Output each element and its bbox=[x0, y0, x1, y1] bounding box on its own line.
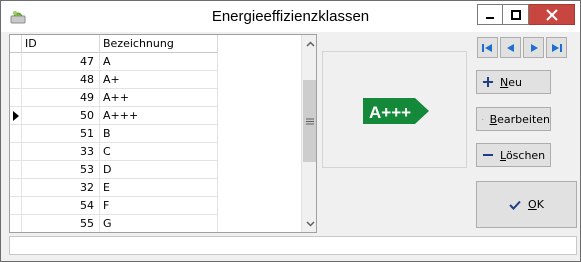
chevron-down-icon bbox=[305, 220, 315, 227]
table-row[interactable]: 55 G bbox=[10, 215, 301, 232]
table-row[interactable]: 33 C bbox=[10, 143, 301, 161]
cell-bezeichnung[interactable]: G bbox=[100, 215, 218, 232]
delete-button-label: Löschen bbox=[500, 148, 546, 162]
grip-icon bbox=[306, 118, 314, 124]
chevron-up-icon bbox=[305, 40, 315, 47]
cell-id[interactable]: 32 bbox=[22, 179, 100, 197]
next-record-button[interactable] bbox=[523, 37, 544, 58]
cell-bezeichnung[interactable]: A+ bbox=[100, 71, 218, 89]
title-bar: Energieeffizienzklassen bbox=[1, 1, 580, 32]
minus-icon bbox=[483, 154, 493, 156]
record-navigator bbox=[475, 37, 572, 59]
table-row[interactable]: 47 A bbox=[10, 53, 301, 71]
cell-bezeichnung[interactable]: D bbox=[100, 161, 218, 179]
new-button-label: Neu bbox=[500, 75, 522, 89]
table-row[interactable]: 32 E bbox=[10, 179, 301, 197]
delete-button[interactable]: Löschen bbox=[476, 143, 551, 167]
cell-id[interactable]: 51 bbox=[22, 125, 100, 143]
last-record-button[interactable] bbox=[546, 37, 567, 58]
table-row[interactable]: 49 A++ bbox=[10, 89, 301, 107]
table-row[interactable]: 50 A+++ bbox=[10, 107, 301, 125]
table-row[interactable]: 48 A+ bbox=[10, 71, 301, 89]
cell-bezeichnung[interactable]: C bbox=[100, 143, 218, 161]
dialog-window: Energieeffizienzklassen ID Bezeichnung 4… bbox=[0, 0, 581, 262]
row-indicator bbox=[10, 215, 22, 232]
cell-bezeichnung[interactable]: A+++ bbox=[100, 107, 218, 125]
maximize-button[interactable] bbox=[503, 4, 529, 25]
cell-id[interactable]: 47 bbox=[22, 53, 100, 71]
row-indicator bbox=[10, 53, 22, 71]
row-indicator bbox=[10, 179, 22, 197]
records-grid[interactable]: ID Bezeichnung 47 A 48 A+ 49 A++ 50 A+++ 51 B 33 C 5… bbox=[9, 34, 317, 233]
cell-id[interactable]: 55 bbox=[22, 215, 100, 232]
cell-id[interactable]: 48 bbox=[22, 71, 100, 89]
grid-header: ID Bezeichnung bbox=[10, 35, 301, 53]
last-record-icon bbox=[552, 43, 562, 52]
minimize-button[interactable] bbox=[477, 4, 503, 25]
new-button[interactable]: Neu bbox=[476, 70, 551, 94]
ok-button[interactable]: OK bbox=[476, 181, 577, 228]
grid-rows: 47 A 48 A+ 49 A++ 50 A+++ 51 B 33 C 53 D 32 E 54 F 55 G bbox=[10, 53, 301, 232]
close-button[interactable] bbox=[529, 4, 575, 25]
first-record-button[interactable] bbox=[477, 37, 498, 58]
table-row[interactable]: 53 D bbox=[10, 161, 301, 179]
maximize-icon bbox=[510, 9, 521, 20]
cell-bezeichnung[interactable]: B bbox=[100, 125, 218, 143]
previous-record-button[interactable] bbox=[500, 37, 521, 58]
cell-bezeichnung[interactable]: F bbox=[100, 197, 218, 215]
row-indicator bbox=[10, 161, 22, 179]
image-preview-panel: A+++ bbox=[322, 51, 467, 168]
row-indicator bbox=[10, 89, 22, 107]
row-indicator bbox=[10, 125, 22, 143]
row-indicator bbox=[10, 71, 22, 89]
vertical-scrollbar[interactable] bbox=[301, 35, 316, 232]
scroll-up-button[interactable] bbox=[302, 35, 316, 52]
ok-button-label: OK bbox=[528, 198, 544, 211]
plus-icon bbox=[483, 77, 493, 87]
first-record-icon bbox=[482, 43, 492, 52]
previous-record-icon bbox=[506, 43, 514, 52]
cell-id[interactable]: 49 bbox=[22, 89, 100, 107]
current-row-arrow-icon bbox=[13, 111, 19, 121]
cell-bezeichnung[interactable]: E bbox=[100, 179, 218, 197]
close-icon bbox=[545, 8, 558, 21]
cell-id[interactable]: 54 bbox=[22, 197, 100, 215]
header-indicator bbox=[10, 35, 22, 53]
energy-class-label: A+++ bbox=[363, 98, 429, 124]
edit-button[interactable]: Bearbeiten bbox=[476, 107, 551, 131]
checkmark-icon bbox=[509, 200, 521, 210]
scroll-down-button[interactable] bbox=[302, 215, 316, 232]
row-indicator bbox=[10, 197, 22, 215]
row-indicator bbox=[10, 107, 22, 125]
cell-bezeichnung[interactable]: A bbox=[100, 53, 218, 71]
table-row[interactable]: 51 B bbox=[10, 125, 301, 143]
status-bar bbox=[9, 236, 577, 255]
minimize-icon bbox=[486, 16, 494, 19]
pencil-icon bbox=[482, 118, 484, 120]
next-record-icon bbox=[530, 43, 538, 52]
edit-button-label: Bearbeiten bbox=[489, 112, 550, 126]
scroll-thumb[interactable] bbox=[303, 80, 316, 162]
cell-id[interactable]: 33 bbox=[22, 143, 100, 161]
table-row[interactable]: 54 F bbox=[10, 197, 301, 215]
column-header-id[interactable]: ID bbox=[22, 35, 100, 53]
column-header-bezeichnung[interactable]: Bezeichnung bbox=[100, 35, 218, 53]
row-indicator bbox=[10, 143, 22, 161]
cell-bezeichnung[interactable]: A++ bbox=[100, 89, 218, 107]
energy-class-text: A+++ bbox=[369, 103, 411, 122]
cell-id[interactable]: 53 bbox=[22, 161, 100, 179]
cell-id[interactable]: 50 bbox=[22, 107, 100, 125]
